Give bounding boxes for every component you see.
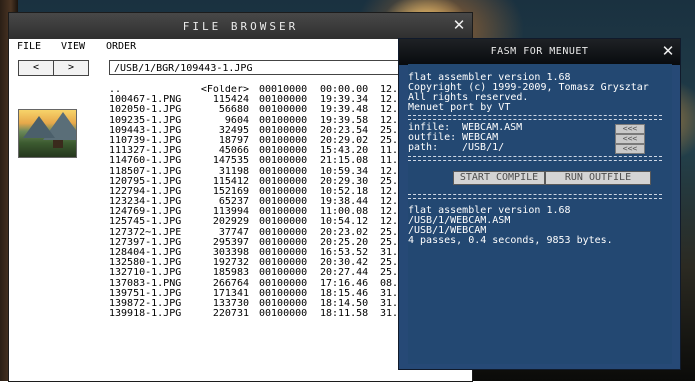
image-preview-thumbnail (18, 109, 77, 158)
file-attributes: 00100000 (259, 308, 308, 320)
menu-view[interactable]: VIEW (61, 41, 85, 52)
file-browser-title: FILE BROWSER (182, 20, 299, 33)
file-attributes: 00100000 (259, 155, 308, 167)
file-browser-titlebar[interactable]: FILE BROWSER ✕ (9, 13, 472, 39)
back-button[interactable]: < (18, 60, 54, 76)
path-label: path: (408, 142, 439, 153)
fasm-panel: flat assembler version 1.68 Copyright (c… (408, 64, 672, 364)
path-browse-button[interactable]: <<< (615, 144, 645, 154)
fasm-port-line: Menuet port by VT (408, 102, 511, 113)
file-size: 147535 (212, 155, 249, 167)
fasm-titlebar[interactable]: FASM FOR MENUET ✕ (399, 39, 680, 65)
close-icon[interactable]: ✕ (452, 18, 466, 33)
outfile-browse-button[interactable]: <<< (615, 134, 645, 144)
separator (408, 156, 662, 161)
menu-file[interactable]: FILE (17, 41, 41, 52)
infile-browse-button[interactable]: <<< (615, 124, 645, 134)
file-size: 220731 (212, 308, 249, 320)
fasm-window[interactable]: FASM FOR MENUET ✕ flat assembler version… (398, 38, 681, 370)
run-outfile-button[interactable]: RUN OUTFILE (545, 171, 651, 185)
output-summary-line: 4 passes, 0.4 seconds, 9853 bytes. (408, 235, 613, 246)
path-value[interactable]: /USB/1/ (462, 142, 504, 153)
forward-button[interactable]: > (53, 60, 89, 76)
fasm-title: FASM FOR MENUET (490, 46, 589, 57)
path-field[interactable]: path: /USB/1/ (408, 143, 504, 153)
file-time: 21:15.08 (320, 155, 369, 167)
separator (408, 115, 662, 120)
separator (408, 194, 662, 199)
close-icon[interactable]: ✕ (661, 44, 675, 59)
menu-order[interactable]: ORDER (106, 41, 136, 52)
file-time: 18:11.58 (320, 308, 369, 320)
start-compile-button[interactable]: START COMPILE (453, 171, 545, 185)
